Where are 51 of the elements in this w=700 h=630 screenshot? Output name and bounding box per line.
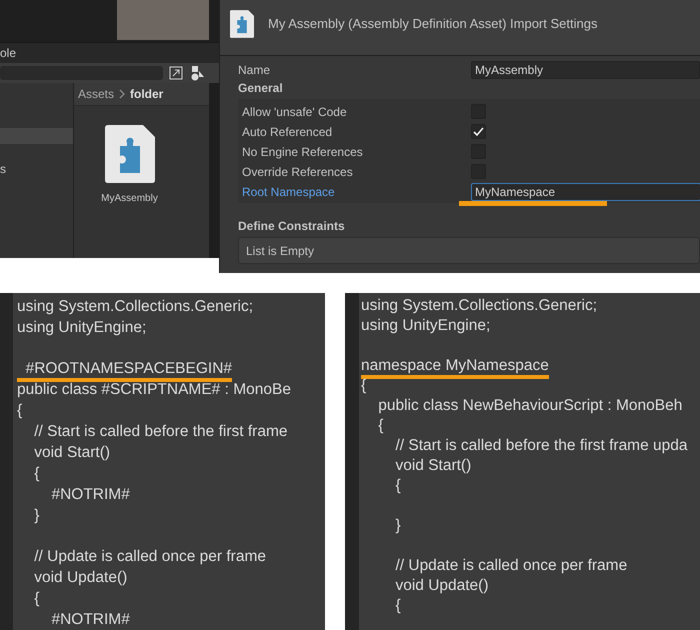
breadcrumb-link[interactable]: Assets [78,87,114,101]
code-line: { [17,401,22,420]
code-line: public class #SCRIPTNAME# : MonoBe [17,380,291,399]
root-namespace-field[interactable]: MyNamespace [471,182,700,200]
code-line: // Update is called once per frame [394,556,628,575]
code-line: using UnityEngine; [17,318,146,337]
code-line: public class NewBehaviourScript : MonoBeh [377,396,682,415]
console-tab[interactable]: ole [0,46,16,60]
code-line: #NOTRIM# [50,610,130,629]
empty-list-text: List is Empty [246,244,314,258]
window-icon[interactable] [169,66,183,80]
code-line: void Update() [394,576,488,595]
code-line: using System.Collections.Generic; [361,296,598,315]
code-line: { [361,376,366,395]
code-line: { [33,464,40,483]
field-label: Root Namespace [242,184,336,198]
code-line: using UnityEngine; [361,316,490,335]
code-line: // Start is called before the first frame upda [394,436,688,455]
code-line: void Start() [33,443,110,462]
code-line: { [377,416,384,435]
section-heading: Define Constraints [238,218,346,235]
code-line: void Update() [33,568,128,587]
code-line: namespace MyNamespace [361,356,549,379]
code-line: #ROOTNAMESPACEBEGIN# [17,359,232,382]
code-line: { [394,596,401,615]
breadcrumb-link[interactable]: folder [130,87,164,101]
code-line: // Start is called before the first frame [33,422,288,441]
shapes-icon[interactable] [189,65,205,81]
field-label: Allow 'unsafe' Code [242,104,348,118]
section-heading: General [238,80,284,97]
code-line: #NOTRIM# [50,485,130,504]
code-line: // Update is called once per frame [33,547,266,566]
puzzle-file-icon [230,10,254,38]
name-field[interactable]: MyAssembly [471,60,700,78]
field-label: Auto Referenced [242,124,334,138]
field-label: Name [238,62,272,76]
code-line: } [33,506,40,525]
field-label: Override References [242,164,354,178]
chevron-icon [118,89,126,99]
puzzle-file-icon[interactable] [104,125,154,183]
code-line: void Start() [394,456,472,475]
code-line: } [394,516,401,535]
folder-tree-item[interactable] [0,128,73,144]
asset-name: MyAssembly [101,193,158,204]
code-line: { [33,589,40,608]
field-label: No Engine References [242,144,364,158]
code-line: { [394,476,401,495]
code-line: using System.Collections.Generic; [17,297,254,316]
folder-tree-item[interactable]: s [0,162,73,178]
inspector-title: My Assembly (Assembly Definition Asset) Import Settings [268,15,598,31]
checkbox[interactable] [471,124,486,139]
